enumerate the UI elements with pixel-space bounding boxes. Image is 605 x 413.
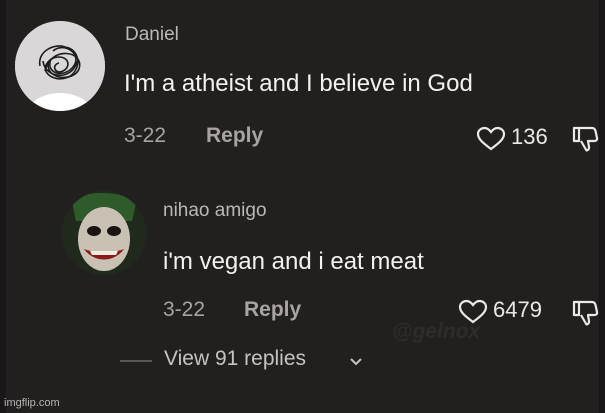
avatar[interactable] [15, 21, 105, 111]
comment-username[interactable]: Daniel [125, 24, 179, 46]
thumbs-down-icon[interactable] [570, 298, 600, 328]
view-replies-button[interactable]: View 91 replies [164, 347, 306, 371]
right-letterbox [599, 0, 605, 413]
joker-avatar-image [62, 191, 146, 275]
comment-text: i'm vegan and i eat meat [163, 248, 424, 275]
comment-date: 3-22 [163, 298, 206, 321]
avatar[interactable] [62, 191, 146, 275]
reply-button[interactable]: Reply [244, 298, 301, 322]
left-letterbox [0, 0, 6, 413]
replies-divider [120, 360, 152, 362]
heart-icon[interactable] [458, 299, 488, 325]
reply-button[interactable]: Reply [206, 124, 263, 148]
scribble-avatar-image [15, 21, 105, 111]
like-count: 136 [511, 124, 548, 149]
chevron-down-icon[interactable] [349, 357, 363, 367]
thumbs-down-icon[interactable] [570, 124, 600, 154]
comment-date: 3-22 [124, 124, 167, 147]
like-count: 6479 [493, 297, 542, 322]
imgflip-watermark: imgflip.com [4, 397, 60, 409]
heart-icon[interactable] [476, 126, 506, 152]
comment-text: I'm a atheist and I believe in God [124, 70, 473, 97]
comment-username[interactable]: nihao amigo [163, 200, 267, 222]
